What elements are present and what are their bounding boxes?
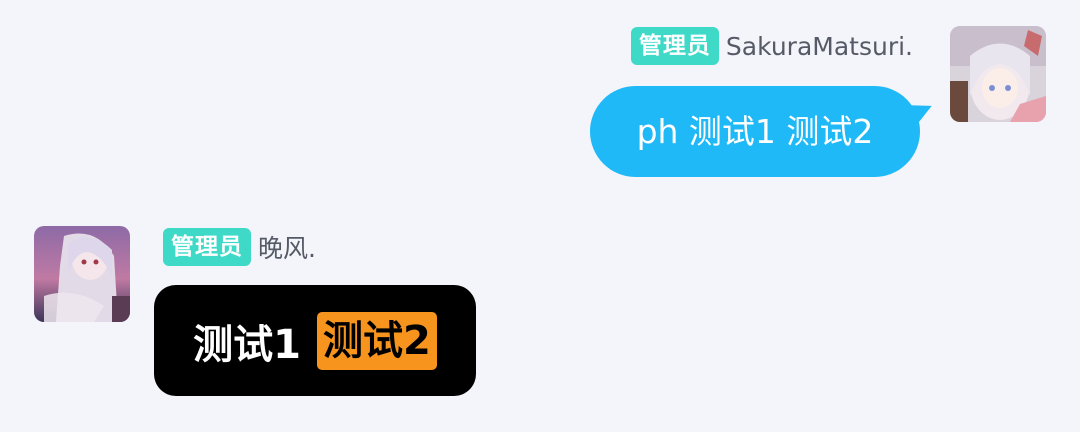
role-badge: 管理员	[630, 27, 719, 65]
message-bubble[interactable]: ph 测试1 测试2	[590, 86, 920, 177]
sender-nickname[interactable]: 晚风.	[258, 229, 316, 265]
sender-name-row: 管理员 SakuraMatsuri.	[630, 27, 913, 65]
sender-name-row: 管理员 晚风.	[163, 228, 316, 266]
sender-nickname[interactable]: SakuraMatsuri.	[726, 32, 913, 61]
logo-text-white: 测试1	[193, 321, 301, 368]
role-badge: 管理员	[163, 228, 251, 266]
avatar-sakura[interactable]	[950, 26, 1046, 122]
avatar-wanfeng[interactable]	[34, 226, 130, 322]
logo-text-highlight: 测试2	[317, 311, 437, 370]
logo-image-message[interactable]: 测试1 测试2	[154, 285, 476, 396]
